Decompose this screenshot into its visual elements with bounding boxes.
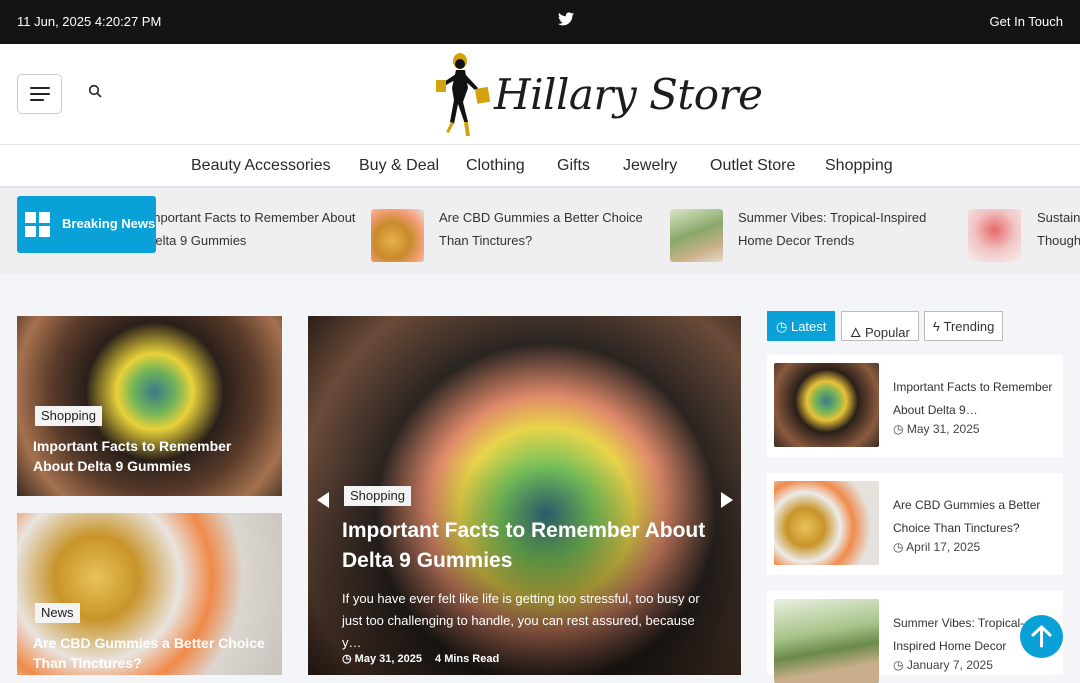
tab-label: Trending — [943, 319, 995, 334]
breaking-news-text: Breaking News — [62, 216, 156, 231]
post-date-text: January 7, 2025 — [906, 658, 993, 672]
post-date-text: May 31, 2025 — [906, 422, 980, 436]
ticker-item-line: Than Tinctures? — [439, 233, 533, 248]
ticker-thumbnail[interactable] — [968, 209, 1021, 262]
sidebar-post[interactable]: Are CBD Gummies a Better Choice Than Tin… — [767, 473, 1063, 575]
post-title[interactable]: Important Facts to Remember About Delta … — [893, 376, 1053, 422]
slider-prev-icon[interactable] — [317, 492, 329, 508]
tab-label: Latest — [790, 319, 827, 334]
ticker-item-line: Sustainable — [1037, 210, 1080, 225]
flame-icon: 🜂 — [850, 325, 862, 340]
post-title[interactable]: Summer Vibes: Tropical-Inspired Home Dec… — [893, 612, 1028, 658]
post-date: May 31, 2025 — [354, 653, 422, 665]
ticker-item-line: Summer Vibes: Tropical-Inspired — [738, 210, 927, 225]
clock-icon: ◷ — [776, 319, 788, 334]
post-card[interactable]: Shopping Important Facts to Remember Abo… — [17, 316, 282, 496]
ticker-item[interactable]: Summer Vibes: Tropical-Inspired Home Dec… — [738, 206, 926, 252]
post-date: ◷ April 17, 2025 — [893, 540, 980, 554]
ticker-item-line: Important Facts to Remember About — [146, 210, 356, 225]
nav-item-gifts[interactable]: Gifts — [557, 157, 590, 175]
post-date: ◷ May 31, 2025 — [893, 422, 980, 436]
breaking-news-label: Breaking News — [17, 196, 156, 253]
clock-icon: ◷ — [893, 658, 904, 672]
clock-icon: ◷ — [342, 653, 352, 665]
ticker-item-line: Are CBD Gummies a Better Choice — [439, 210, 643, 225]
post-title[interactable]: Important Facts to Remember About Delta … — [33, 436, 273, 476]
nav-item-outlet-store[interactable]: Outlet Store — [710, 157, 795, 175]
category-tag[interactable]: Shopping — [344, 486, 411, 506]
featured-excerpt: If you have ever felt like life is getti… — [342, 591, 700, 650]
logo-text: Hillary Store — [494, 70, 763, 119]
clock-icon: ◷ — [893, 422, 904, 436]
search-icon[interactable] — [88, 84, 102, 98]
bolt-icon: ϟ — [933, 319, 940, 334]
post-card[interactable]: News Are CBD Gummies a Better Choice Tha… — [17, 513, 282, 675]
tab-latest[interactable]: ◷ Latest — [767, 311, 836, 341]
ticker-item-line: Home Decor Trends — [738, 233, 855, 248]
featured-meta: ◷ May 31, 2025 4 Mins Read — [342, 652, 499, 665]
sidebar-post[interactable]: Summer Vibes: Tropical-Inspired Home Dec… — [767, 591, 1063, 683]
menu-button[interactable] — [17, 74, 62, 114]
featured-title[interactable]: Important Facts to Remember About Delta … — [342, 516, 712, 576]
main-navigation: Beauty Accessories Buy & Deal Clothing G… — [0, 145, 1080, 188]
ticker-item[interactable]: Important Facts to Remember About Delta … — [146, 206, 356, 252]
nav-item-clothing[interactable]: Clothing — [466, 157, 525, 175]
top-bar: 11 Jun, 2025 4:20:27 PM Get In Touch — [0, 0, 1080, 44]
ticker-item-line: Delta 9 Gummies — [146, 233, 247, 248]
slider-next-icon[interactable] — [721, 492, 733, 508]
nav-item-buy-deal[interactable]: Buy & Deal — [359, 157, 439, 175]
scroll-to-top-button[interactable] — [1020, 615, 1063, 658]
shopper-silhouette-icon — [436, 53, 491, 136]
breaking-news-ticker: Breaking News Important Facts to Remembe… — [0, 189, 1080, 274]
post-title[interactable]: Are CBD Gummies a Better Choice Than Tin… — [33, 633, 273, 673]
site-header: Hillary Store — [0, 44, 1080, 145]
arrow-up-icon — [1031, 625, 1052, 648]
grid-icon — [25, 212, 50, 237]
twitter-icon[interactable] — [558, 12, 574, 29]
tab-popular[interactable]: 🜂 Popular — [841, 311, 919, 341]
tab-label: Popular — [865, 325, 910, 340]
sidebar-post[interactable]: Important Facts to Remember About Delta … — [767, 355, 1063, 457]
category-tag[interactable]: Shopping — [35, 406, 102, 426]
read-time: 4 Mins Read — [435, 653, 500, 665]
ticker-item[interactable]: Are CBD Gummies a Better Choice Than Tin… — [439, 206, 643, 252]
site-logo[interactable]: Hillary Store — [432, 52, 763, 138]
ticker-item-line: Thoughtful — [1037, 233, 1080, 248]
get-in-touch-link[interactable]: Get In Touch — [990, 14, 1063, 29]
featured-slider[interactable]: Shopping Important Facts to Remember Abo… — [308, 316, 741, 675]
current-datetime: 11 Jun, 2025 4:20:27 PM — [17, 14, 162, 29]
clock-icon: ◷ — [893, 540, 904, 554]
post-thumbnail[interactable] — [774, 599, 879, 683]
nav-item-shopping[interactable]: Shopping — [825, 157, 893, 175]
nav-item-beauty-accessories[interactable]: Beauty Accessories — [191, 157, 331, 175]
post-title[interactable]: Are CBD Gummies a Better Choice Than Tin… — [893, 494, 1053, 540]
post-date-text: April 17, 2025 — [906, 540, 981, 554]
post-thumbnail[interactable] — [774, 481, 879, 565]
ticker-item[interactable]: Sustainable Thoughtful — [1037, 206, 1080, 252]
nav-item-jewelry[interactable]: Jewelry — [623, 157, 677, 175]
ticker-thumbnail[interactable] — [371, 209, 424, 262]
ticker-thumbnail[interactable] — [670, 209, 723, 262]
post-date: ◷ January 7, 2025 — [893, 658, 993, 672]
post-thumbnail[interactable] — [774, 363, 879, 447]
tab-trending[interactable]: ϟ Trending — [924, 311, 1004, 341]
category-tag[interactable]: News — [35, 603, 80, 623]
